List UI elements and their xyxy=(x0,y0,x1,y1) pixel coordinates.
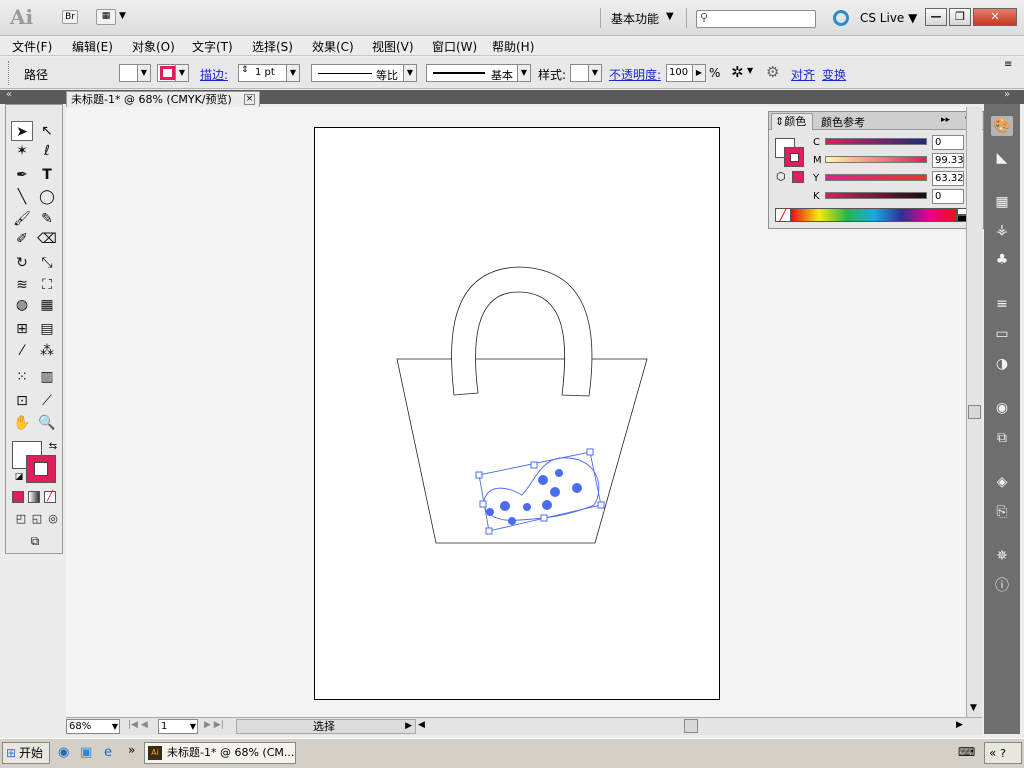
out-of-gamut-icon[interactable]: ⬡ xyxy=(776,170,786,183)
graphic-styles-icon[interactable]: ⧉ xyxy=(991,428,1013,448)
zoom-dropdown-icon[interactable]: ▼ xyxy=(112,720,118,733)
quicklaunch-browser-icon[interactable]: ◉ xyxy=(58,745,69,760)
brushes-icon[interactable]: ⚶ xyxy=(991,220,1013,240)
value-c[interactable]: 0 xyxy=(932,135,964,150)
taskbar-task-label: 未标题-1* @ 68% (CM... xyxy=(167,746,295,759)
horizontal-scroll-thumb[interactable] xyxy=(684,719,698,733)
scroll-left-icon[interactable]: ◀ xyxy=(418,720,425,730)
vertical-scroll-thumb[interactable] xyxy=(968,405,981,419)
panel-expand-icon[interactable]: ▸▸ xyxy=(941,115,950,125)
quicklaunch-more-icon[interactable]: » xyxy=(128,743,135,757)
bag-body-shape xyxy=(396,358,648,544)
windows-logo-icon: ⊞ xyxy=(6,746,17,760)
layers-icon[interactable]: ◈ xyxy=(991,472,1013,492)
value-m[interactable]: 99.33 xyxy=(932,153,964,168)
selection-bounding-box xyxy=(478,451,602,532)
swatches-icon[interactable]: ▦ xyxy=(991,192,1013,212)
vertical-scrollbar[interactable]: ▼ xyxy=(966,107,982,717)
tab-color[interactable]: ⇕颜色 xyxy=(771,113,813,130)
status-menu-icon[interactable]: ▶ xyxy=(405,720,412,733)
zoom-value: 68% xyxy=(69,721,92,732)
appearance-icon[interactable]: ◉ xyxy=(991,398,1013,418)
quicklaunch-ie-icon[interactable]: e xyxy=(104,745,112,760)
illustrator-task-icon: Ai xyxy=(148,746,162,760)
value-y[interactable]: 63.32 xyxy=(932,171,964,186)
gradient-icon[interactable]: ▭ xyxy=(991,324,1013,344)
scroll-right-icon[interactable]: ▶ xyxy=(956,720,963,730)
taskbar-illustrator-item[interactable]: Ai 未标题-1* @ 68% (CM... xyxy=(144,742,296,764)
help-tray-icon[interactable]: ? xyxy=(1000,747,1006,760)
tab-color-label: 颜色 xyxy=(784,115,807,128)
keyboard-tray-icon[interactable]: ⌨ xyxy=(958,745,975,759)
artboards-icon[interactable]: ⎘ xyxy=(991,502,1013,522)
tray-area[interactable]: « ? xyxy=(984,742,1022,764)
artboard-number: 1 xyxy=(161,721,168,732)
windows-taskbar: ⊞ 开始 ◉ ▣ e » Ai 未标题-1* @ 68% (CM... ⌨ « … xyxy=(0,738,1024,768)
last-artboard-icon[interactable]: ▶ ▶| xyxy=(204,720,224,730)
slider-label-c: C xyxy=(813,137,820,148)
color-panel: ⇕颜色 颜色参考 ▸▸ ▾≡ ⬡ C 0 % M 99.33 % Y 63.32… xyxy=(768,111,984,229)
start-button[interactable]: ⊞ 开始 xyxy=(2,742,50,764)
color-palette-icon[interactable]: 🎨 xyxy=(991,116,1013,136)
slider-k[interactable] xyxy=(825,192,927,199)
info-icon[interactable]: ⓘ xyxy=(991,576,1013,596)
slider-c[interactable] xyxy=(825,138,927,145)
tab-color-guide[interactable]: 颜色参考 xyxy=(821,114,865,130)
tray-expand-icon[interactable]: « xyxy=(989,746,996,760)
right-panel-dock: 🎨 ◣ ▦ ⚶ ♣ ≡ ▭ ◑ ◉ ⧉ ◈ ⎘ ✵ ⓘ xyxy=(984,104,1020,734)
value-k[interactable]: 0 xyxy=(932,189,964,204)
slider-label-y: Y xyxy=(813,173,820,184)
quicklaunch-desktop-icon[interactable]: ▣ xyxy=(80,745,92,760)
selection-handles xyxy=(475,448,605,535)
first-artboard-icon[interactable]: |◀ ◀ xyxy=(128,720,148,730)
color-guide-icon[interactable]: ◣ xyxy=(991,148,1013,168)
panel-stroke-box[interactable] xyxy=(784,147,804,167)
artboard-number-field[interactable]: 1 ▼ xyxy=(158,719,198,734)
scroll-down-icon[interactable]: ▼ xyxy=(970,703,977,713)
selected-pattern-group xyxy=(478,451,602,532)
gamut-swatch[interactable] xyxy=(792,171,804,183)
start-label: 开始 xyxy=(19,746,44,760)
color-spectrum[interactable] xyxy=(791,208,957,222)
navigator-icon[interactable]: ✵ xyxy=(991,546,1013,566)
flower-motifs xyxy=(486,469,582,525)
artboard-dropdown-icon[interactable]: ▼ xyxy=(190,720,196,733)
slider-label-m: M xyxy=(813,155,822,166)
slider-m[interactable] xyxy=(825,156,927,163)
status-mode: 选择 xyxy=(313,720,335,733)
status-bar: 68% ▼ |◀ ◀ 1 ▼ ▶ ▶| 选择 ▶ ◀ ▶ xyxy=(66,717,982,735)
zoom-field[interactable]: 68% ▼ xyxy=(66,719,120,734)
transparency-icon[interactable]: ◑ xyxy=(991,354,1013,374)
stroke-icon[interactable]: ≡ xyxy=(991,294,1013,314)
bag-handle-shape xyxy=(451,266,593,397)
slider-y[interactable] xyxy=(825,174,927,181)
symbols-icon[interactable]: ♣ xyxy=(991,250,1013,270)
none-swatch-icon[interactable]: ╱ xyxy=(775,208,791,222)
slider-label-k: K xyxy=(813,191,820,202)
panel-stroke-hole xyxy=(790,153,799,162)
status-display[interactable]: 选择 ▶ xyxy=(236,719,416,734)
